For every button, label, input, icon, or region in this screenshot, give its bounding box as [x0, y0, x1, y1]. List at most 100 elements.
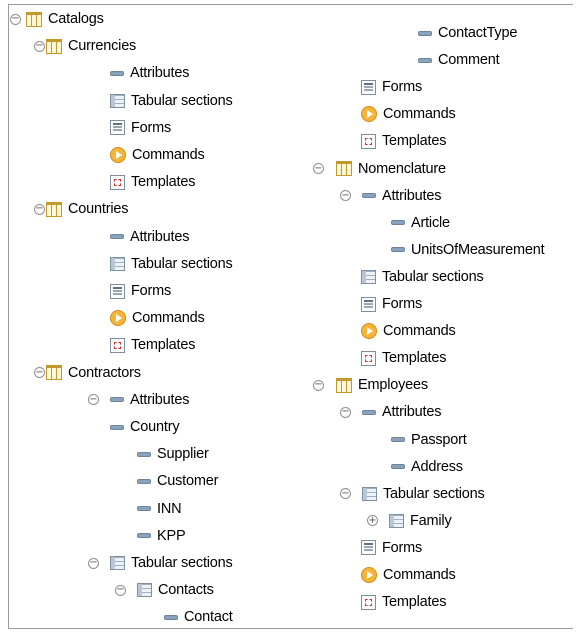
tabular-section-icon	[137, 583, 152, 598]
tree-node-label: Countries	[68, 201, 129, 218]
tree-node[interactable]: Attributes	[110, 226, 189, 248]
tree-node-label: Attributes	[130, 391, 190, 408]
attribute-icon	[137, 506, 151, 512]
tree-node[interactable]: Commands	[361, 320, 456, 342]
tree-node[interactable]: Forms	[110, 117, 171, 139]
expand-toggle-icon[interactable]: +	[367, 515, 378, 527]
collapse-toggle-icon[interactable]: −	[115, 584, 126, 596]
tree-node-label: Forms	[131, 119, 172, 136]
attribute-icon	[110, 424, 124, 430]
collapse-toggle-icon[interactable]: −	[313, 379, 324, 391]
attribute-icon	[110, 234, 124, 240]
collapse-toggle-icon[interactable]: −	[34, 367, 45, 379]
tree-node-label: Comment	[438, 52, 500, 69]
tabular-section-icon	[389, 513, 404, 528]
tree-node[interactable]: Tabular sections	[362, 483, 485, 505]
tree-node[interactable]: Templates	[361, 130, 446, 152]
tree-node[interactable]: Attributes	[362, 401, 441, 423]
template-icon	[361, 594, 376, 610]
tree-node[interactable]: Nomenclature	[336, 158, 446, 180]
attribute-icon	[110, 397, 124, 403]
tree-node-label: Address	[411, 458, 463, 475]
tree-node[interactable]: UnitsOfMeasurement	[391, 239, 545, 261]
collapse-toggle-icon[interactable]: −	[88, 557, 99, 569]
tree-node[interactable]: Customer	[137, 470, 218, 492]
tree-node-label: Templates	[382, 594, 447, 611]
collapse-toggle-icon[interactable]: −	[340, 488, 351, 500]
tree-node-label: Forms	[382, 79, 423, 96]
template-icon	[361, 133, 376, 149]
attribute-icon	[418, 30, 432, 36]
tree-node-label: Templates	[131, 174, 196, 191]
tree-node[interactable]: Attributes	[110, 389, 189, 411]
collapse-toggle-icon[interactable]: −	[340, 406, 351, 418]
tree-node-label: Forms	[382, 296, 423, 312]
tree-node[interactable]: Commands	[110, 144, 205, 166]
collapse-toggle-icon[interactable]: −	[340, 190, 351, 202]
catalog-icon	[336, 161, 352, 176]
tree-node[interactable]: Passport	[391, 429, 467, 451]
metadata-tree-panel	[8, 4, 573, 629]
tree-node[interactable]: Tabular sections	[110, 253, 233, 275]
tree-node[interactable]: Tabular sections	[110, 552, 233, 574]
tree-node[interactable]: Commands	[361, 564, 456, 586]
tree-node[interactable]: INN	[137, 498, 182, 520]
collapse-toggle-icon[interactable]: −	[34, 40, 45, 52]
attribute-icon	[137, 533, 151, 539]
tree-node[interactable]: Address	[391, 456, 463, 478]
tree-node[interactable]: Tabular sections	[361, 266, 484, 288]
tree-node[interactable]: Supplier	[137, 443, 209, 465]
tree-node[interactable]: Attributes	[362, 185, 441, 207]
tree-node[interactable]: Contacts	[137, 579, 214, 601]
attribute-icon	[164, 614, 178, 620]
tree-node[interactable]: Employees	[336, 374, 428, 396]
tree-node[interactable]: Contact	[164, 606, 233, 628]
tree-node-label: Tabular sections	[382, 268, 484, 285]
tree-node[interactable]: Article	[391, 212, 450, 234]
tree-node[interactable]: Currencies	[46, 35, 136, 57]
tree-node[interactable]: Catalogs	[26, 8, 104, 30]
collapse-toggle-icon[interactable]: −	[34, 203, 45, 215]
attribute-icon	[391, 220, 405, 226]
tree-node[interactable]: Countries	[46, 198, 128, 220]
tree-node-label: Templates	[131, 337, 196, 354]
catalog-icon	[46, 201, 62, 217]
tree-node[interactable]: Forms	[361, 537, 422, 559]
tree-node[interactable]: Templates	[110, 171, 195, 193]
template-icon	[110, 174, 125, 190]
attribute-icon	[418, 57, 432, 63]
tree-node[interactable]: Contractors	[46, 362, 141, 384]
catalog-icon	[46, 38, 62, 54]
catalog-icon	[46, 365, 62, 381]
tree-node[interactable]: Attributes	[110, 62, 189, 84]
tree-node-label: Customer	[157, 473, 219, 490]
tree-node-label: Attributes	[382, 187, 442, 204]
tree-node[interactable]: Templates	[361, 591, 446, 613]
tree-node-label: Country	[130, 419, 180, 435]
collapse-toggle-icon[interactable]: −	[10, 13, 21, 25]
tree-node[interactable]: ContactType	[418, 22, 517, 44]
tree-node[interactable]: Forms	[361, 76, 422, 98]
tree-node[interactable]: Comment	[418, 49, 500, 71]
tree-node[interactable]: Commands	[361, 103, 456, 125]
tree-node[interactable]: Forms	[361, 293, 422, 315]
tree-node[interactable]: Templates	[110, 334, 195, 356]
collapse-toggle-icon[interactable]: −	[313, 163, 324, 174]
template-icon	[361, 350, 376, 366]
tree-node[interactable]: Commands	[110, 307, 205, 329]
attribute-icon	[137, 451, 151, 457]
tree-node[interactable]: Tabular sections	[110, 90, 233, 112]
tree-node[interactable]: Country	[110, 416, 180, 438]
tree-node[interactable]: KPP	[137, 525, 186, 547]
attribute-icon	[391, 247, 405, 253]
tree-node[interactable]: Forms	[110, 280, 171, 302]
tree-node-label: Contractors	[68, 364, 141, 381]
attribute-icon	[391, 464, 405, 470]
tree-node[interactable]: Templates	[361, 347, 446, 369]
tree-node-label: Tabular sections	[131, 92, 233, 109]
tree-node[interactable]: Family	[389, 510, 452, 532]
tree-node-label: Tabular sections	[383, 485, 485, 502]
tree-node-label: ContactType	[438, 25, 518, 41]
collapse-toggle-icon[interactable]: −	[88, 394, 99, 406]
command-icon	[361, 567, 377, 583]
